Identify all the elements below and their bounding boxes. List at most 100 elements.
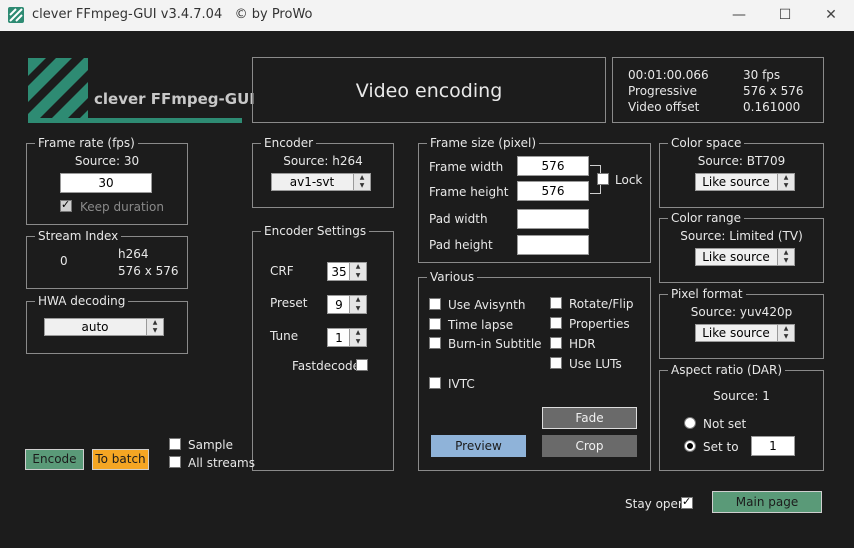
color-range-value: Like source [702,250,770,264]
color-range-spin-icon[interactable]: ▲ ▼ [777,249,794,265]
color-space-select[interactable]: Like source ▲ ▼ [695,173,795,191]
preset-spin-icon[interactable]: ▲ ▼ [349,296,366,313]
frame-height-label: Frame height [429,185,509,199]
various-title: Various [427,270,478,284]
use-luts-checkbox[interactable] [550,357,562,369]
to-batch-button[interactable]: To batch [92,449,149,470]
main-page-button[interactable]: Main page [712,491,822,513]
hwa-spin-icon[interactable]: ▲ ▼ [146,319,163,335]
keep-duration-checkbox[interactable] [60,198,72,212]
hdr-label: HDR [569,337,596,351]
preset-label: Preset [270,296,308,310]
rotate-flip-checkbox[interactable] [550,297,562,309]
stream-codec: h264 [118,247,149,261]
stream-index-group: Stream Index 0 h264 576 x 576 [26,229,188,289]
app-logo: clever FFmpeg-GUI [26,56,255,126]
not-set-radio[interactable] [684,417,696,429]
color-space-group: Color space Source: BT709 Like source ▲ ▼ [659,136,824,208]
encoder-spin-icon[interactable]: ▲ ▼ [353,174,370,190]
various-group: Various Use Avisynth Time lapse Burn-in … [418,270,651,471]
encode-button[interactable]: Encode [25,449,84,470]
minimize-icon[interactable]: — [716,4,762,28]
keep-duration-label: Keep duration [80,200,164,214]
not-set-label: Not set [703,417,747,431]
pixel-format-group: Pixel format Source: yuv420p Like source… [659,287,824,359]
hwa-decoding-title: HWA decoding [35,294,129,308]
window-title: clever FFmpeg-GUI v3.4.7.04 © by ProWo [32,7,313,22]
preset-value: 9 [335,298,343,312]
rotate-flip-label: Rotate/Flip [569,297,634,311]
fastdecode-checkbox[interactable] [356,359,368,371]
stay-open-checkbox[interactable] [681,495,693,509]
close-icon[interactable]: ✕ [808,4,854,28]
stay-open-label: Stay open [625,497,686,511]
crf-stepper[interactable]: 35 ▲ ▼ [327,262,367,281]
tune-label: Tune [270,329,299,343]
preset-stepper[interactable]: 9 ▲ ▼ [327,295,367,314]
stream-size: 576 x 576 [118,264,179,278]
hwa-decoding-select[interactable]: auto ▲ ▼ [44,318,164,336]
lock-label: Lock [615,173,643,187]
header-box: Video encoding [252,57,606,123]
sample-label: Sample [188,438,233,452]
pixel-format-select[interactable]: Like source ▲ ▼ [695,324,795,342]
app-icon [8,7,24,23]
crop-button[interactable]: Crop [542,435,637,457]
encoder-settings-group: Encoder Settings CRF 35 ▲ ▼ Preset 9 ▲ ▼ T… [252,224,394,471]
color-space-title: Color space [668,136,745,150]
pad-width-label: Pad width [429,212,488,226]
frame-width-input[interactable]: 576 [517,156,589,176]
set-to-input[interactable]: 1 [751,436,795,456]
sample-checkbox[interactable] [169,438,181,450]
frame-width-label: Frame width [429,160,504,174]
frame-rate-input[interactable]: 30 [60,173,152,193]
use-avisynth-checkbox[interactable] [429,298,441,310]
duration-text: 00:01:00.066 [628,68,709,82]
tune-value: 1 [335,331,343,345]
use-avisynth-label: Use Avisynth [448,298,526,312]
time-lapse-checkbox[interactable] [429,318,441,330]
pad-width-input[interactable] [517,209,589,229]
color-range-group: Color range Source: Limited (TV) Like so… [659,211,824,283]
pad-height-input[interactable] [517,235,589,255]
frame-size-title: Frame size (pixel) [427,136,540,150]
color-range-source: Source: Limited (TV) [680,229,803,243]
pixel-format-title: Pixel format [668,287,746,301]
frame-height-input[interactable]: 576 [517,181,589,201]
hdr-checkbox[interactable] [550,337,562,349]
crf-spin-icon[interactable]: ▲ ▼ [349,263,366,280]
frame-rate-source: Source: 30 [74,154,140,168]
set-to-label: Set to [703,440,739,454]
offset-label: Video offset [628,100,700,114]
tune-stepper[interactable]: 1 ▲ ▼ [327,328,367,347]
crf-value: 35 [331,265,347,279]
burn-in-subtitle-checkbox[interactable] [429,337,441,349]
fade-button[interactable]: Fade [542,407,637,429]
set-to-radio[interactable] [684,440,696,452]
burn-in-subtitle-label: Burn-in Subtitle [448,337,542,351]
preview-button[interactable]: Preview [431,435,526,457]
all-streams-checkbox[interactable] [169,456,181,468]
info-box: 00:01:00.066 30 fps Progressive 576 x 57… [612,57,824,123]
lock-checkbox[interactable] [597,173,609,185]
encoder-settings-title: Encoder Settings [261,224,370,238]
ivtc-checkbox[interactable] [429,377,441,389]
hwa-decoding-group: HWA decoding auto ▲ ▼ [26,294,188,354]
pixel-format-source: Source: yuv420p [690,305,793,319]
properties-checkbox[interactable] [550,317,562,329]
tune-spin-icon[interactable]: ▲ ▼ [349,329,366,346]
pixel-format-spin-icon[interactable]: ▲ ▼ [777,325,794,341]
encoder-value: av1-svt [289,175,335,189]
properties-label: Properties [569,317,630,331]
logo-text: clever FFmpeg-GUI [94,90,255,108]
color-range-select[interactable]: Like source ▲ ▼ [695,248,795,266]
encoder-select[interactable]: av1-svt ▲ ▼ [271,173,371,191]
all-streams-label: All streams [188,456,255,470]
title-bar: clever FFmpeg-GUI v3.4.7.04 © by ProWo —… [0,0,854,31]
stream-index-title: Stream Index [35,229,122,243]
crf-label: CRF [270,264,294,278]
fps-text: 30 fps [743,68,781,82]
color-range-title: Color range [668,211,745,225]
color-space-spin-icon[interactable]: ▲ ▼ [777,174,794,190]
maximize-icon[interactable]: ☐ [762,4,808,28]
